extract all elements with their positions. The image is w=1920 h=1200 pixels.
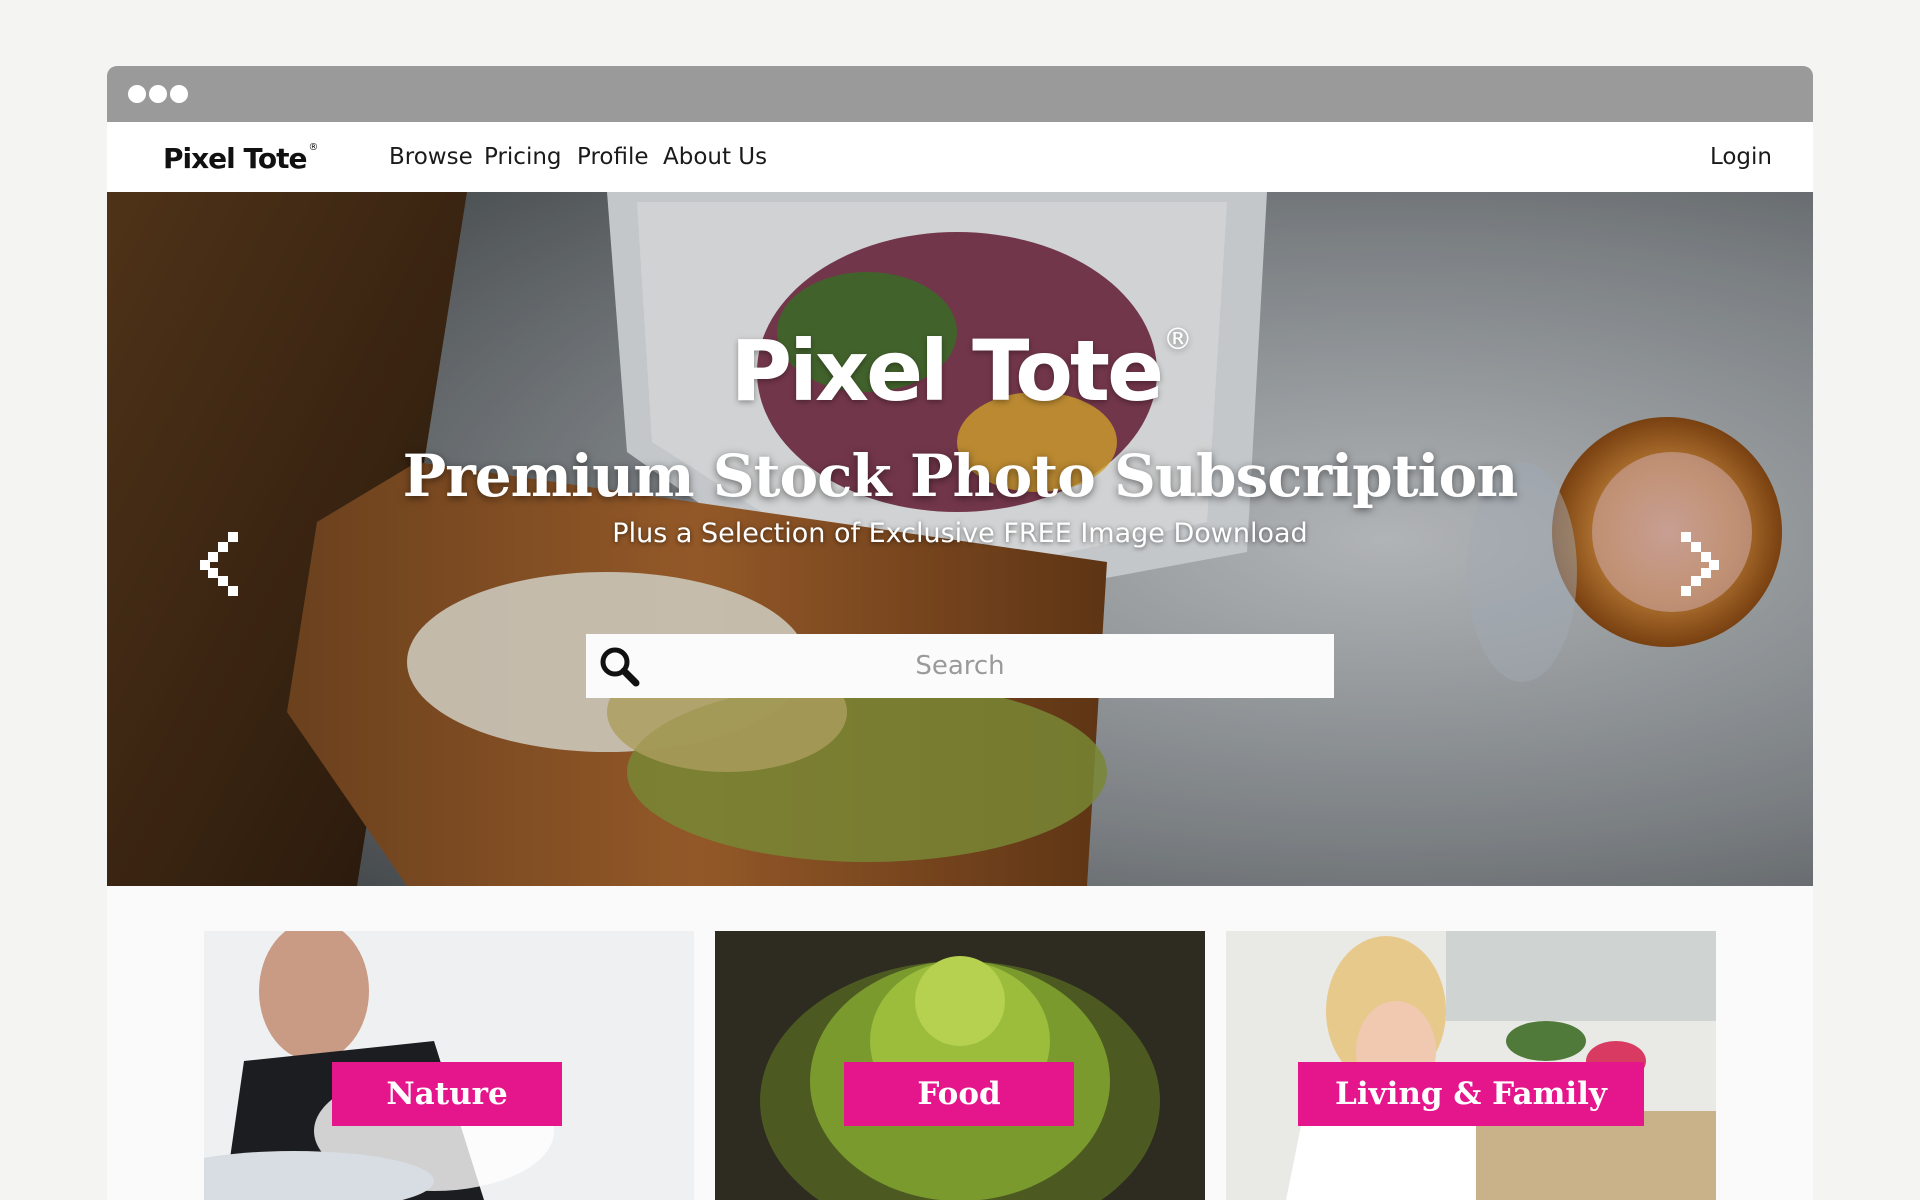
- nav-link-profile[interactable]: Profile: [577, 144, 649, 170]
- chevron-right-icon[interactable]: [1677, 532, 1719, 596]
- brand-logo-text: Pixel Tote: [163, 142, 308, 175]
- category-section: Nature Food Living & Family: [107, 886, 1813, 1200]
- hero-carousel: Pixel Tote® Premium Stock Photo Subscrip…: [107, 192, 1813, 886]
- search-bar: [586, 634, 1334, 698]
- category-label-living-family: Living & Family: [1298, 1062, 1644, 1126]
- category-label-nature: Nature: [332, 1062, 562, 1126]
- category-card-food[interactable]: Food: [715, 931, 1205, 1200]
- chevron-left-icon[interactable]: [200, 532, 242, 596]
- window-titlebar: [107, 66, 1813, 122]
- search-input[interactable]: [646, 634, 1274, 698]
- hero-logo-mark: ®: [1163, 322, 1192, 356]
- hero-logo: Pixel Tote®: [107, 322, 1813, 420]
- category-label-food: Food: [844, 1062, 1074, 1126]
- window-minimize-dot[interactable]: [149, 85, 167, 103]
- nav-link-browse[interactable]: Browse: [389, 144, 473, 170]
- top-navbar: Pixel Tote ® Browse Pricing Profile About…: [107, 122, 1813, 192]
- nav-link-pricing[interactable]: Pricing: [484, 144, 562, 170]
- category-card-nature[interactable]: Nature: [204, 931, 694, 1200]
- search-icon[interactable]: [598, 645, 640, 687]
- brand-logo[interactable]: Pixel Tote ®: [163, 142, 319, 175]
- hero-subtitle: Plus a Selection of Exclusive FREE Image…: [612, 518, 1308, 549]
- hero-logo-text: Pixel Tote: [730, 322, 1165, 420]
- window-maximize-dot[interactable]: [170, 85, 188, 103]
- login-link[interactable]: Login: [1710, 144, 1772, 170]
- nav-link-about-us[interactable]: About Us: [663, 144, 767, 170]
- window-close-dot[interactable]: [128, 85, 146, 103]
- browser-window: Pixel Tote ® Browse Pricing Profile About…: [107, 66, 1813, 1200]
- brand-logo-mark: ®: [308, 142, 319, 153]
- category-card-living-family[interactable]: Living & Family: [1226, 931, 1716, 1200]
- hero-title: Premium Stock Photo Subscription: [402, 442, 1519, 510]
